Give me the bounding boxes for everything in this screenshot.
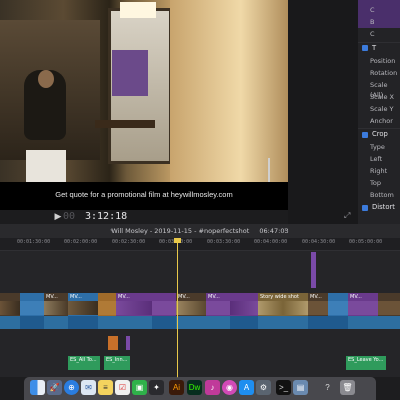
playhead-handle[interactable] [174, 238, 181, 243]
transform-checkbox[interactable] [362, 45, 368, 51]
timeline-clip[interactable] [230, 293, 258, 329]
timeline-clip[interactable]: MV... [308, 293, 328, 329]
timecode-display[interactable]: 3:12:18 [85, 210, 127, 224]
inspector-row-left: Left [370, 155, 383, 163]
video-frame[interactable] [0, 0, 288, 184]
inspector-row-scale-y: Scale Y [370, 105, 394, 113]
inspector-row-type: Type [370, 143, 385, 151]
crop-checkbox[interactable] [362, 132, 368, 138]
timeline-clip[interactable]: MV... [348, 293, 378, 329]
timeline-clip[interactable] [20, 293, 44, 329]
ruler-label: 00:02:30:00 [112, 239, 146, 245]
ruler-label: 00:03:30:00 [207, 239, 241, 245]
timecode-dim: 00 [63, 211, 76, 222]
music-clip[interactable]: ES_Leave Yo... [346, 356, 386, 370]
timeline-title: Will Mosley - 2019-11-15 - #noperfectsho… [0, 224, 400, 238]
viewer: Get quote for a promotional film at heyw… [0, 0, 288, 210]
inspector-row-rotation: Rotation [370, 69, 398, 77]
timeline-clip[interactable]: MV... [68, 293, 98, 329]
inspector-row-top: Top [370, 179, 381, 187]
illustrator-icon[interactable]: Ai [169, 380, 184, 395]
inspector-row: C [370, 6, 375, 14]
timeline-clip[interactable]: MV... [206, 293, 230, 329]
timeline-clip[interactable] [98, 293, 116, 329]
inspector-row-right: Right [370, 167, 388, 175]
help-icon[interactable]: ? [320, 380, 335, 395]
terminal-icon[interactable]: >_ [276, 380, 291, 395]
viewer-side-strip [288, 0, 358, 224]
crop-overlay[interactable] [246, 158, 270, 184]
crop-header[interactable]: Crop [372, 130, 388, 138]
final-cut-icon[interactable]: ✦ [149, 380, 164, 395]
connected-clip[interactable] [311, 252, 316, 288]
playback-bar [0, 210, 288, 224]
ruler-label: 00:01:30:00 [17, 239, 51, 245]
notes-icon[interactable]: ≡ [98, 380, 113, 395]
transform-header[interactable]: T [372, 44, 376, 52]
ruler-label: 00:02:00:00 [64, 239, 98, 245]
ruler-label: 00:04:00:00 [254, 239, 288, 245]
inspector-row-bottom: Bottom [370, 191, 394, 199]
inspector-color-header [358, 0, 400, 28]
app-store-icon[interactable]: A [239, 380, 254, 395]
dreamweaver-icon[interactable]: Dw [187, 380, 202, 395]
forward-arrow-icon[interactable]: › [284, 226, 287, 234]
timeline-clip[interactable]: MV... [176, 293, 206, 329]
preview-icon[interactable]: ▤ [293, 380, 308, 395]
inspector-row-anchor: Anchor [370, 117, 393, 125]
timeline-ruler[interactable] [0, 238, 400, 251]
photoshop-icon[interactable]: ♪ [205, 380, 220, 395]
timeline-clip[interactable] [328, 293, 348, 329]
video-caption: Get quote for a promotional film at heyw… [55, 190, 233, 199]
music-clip[interactable]: ES_Inn... [104, 356, 130, 370]
distort-header[interactable]: Distort [372, 203, 395, 211]
playhead[interactable] [177, 238, 178, 378]
safari-icon[interactable]: ⊕ [64, 380, 79, 395]
music-clip[interactable]: ES_All To... [68, 356, 100, 370]
inspector-row-scale-x: Scale X [370, 93, 395, 101]
podcasts-icon[interactable]: ◉ [222, 380, 237, 395]
project-name: Will Mosley - 2019-11-15 - #noperfectsho… [111, 227, 250, 235]
connected-clip[interactable] [126, 336, 130, 350]
distort-checkbox[interactable] [362, 205, 368, 211]
ruler-label: 00:05:00:00 [349, 239, 383, 245]
ruler-label: 00:04:30:00 [302, 239, 336, 245]
timeline-clip-story-wide-shot[interactable]: Story wide shot [258, 293, 308, 329]
inspector-row: C [370, 30, 375, 38]
inspector-row: B [370, 18, 375, 26]
facetime-icon[interactable]: ▣ [132, 380, 147, 395]
timeline-clip[interactable]: MV... [116, 293, 152, 329]
timeline-clip[interactable] [152, 293, 176, 329]
trash-icon[interactable]: 🗑 [340, 380, 355, 395]
timeline-clip[interactable] [0, 293, 20, 329]
fullscreen-icon[interactable]: ⤢ [344, 211, 350, 221]
connected-clip[interactable] [108, 336, 118, 350]
timeline-clip[interactable]: MV... [44, 293, 68, 329]
reminders-icon[interactable]: ☑ [115, 380, 130, 395]
finder-icon[interactable] [30, 380, 45, 395]
launchpad-icon[interactable]: 🚀 [47, 380, 62, 395]
mail-icon[interactable]: ✉ [81, 380, 96, 395]
system-prefs-icon[interactable]: ⚙ [256, 380, 271, 395]
inspector-row-position: Position [370, 57, 396, 65]
timeline-clip[interactable] [378, 293, 400, 329]
